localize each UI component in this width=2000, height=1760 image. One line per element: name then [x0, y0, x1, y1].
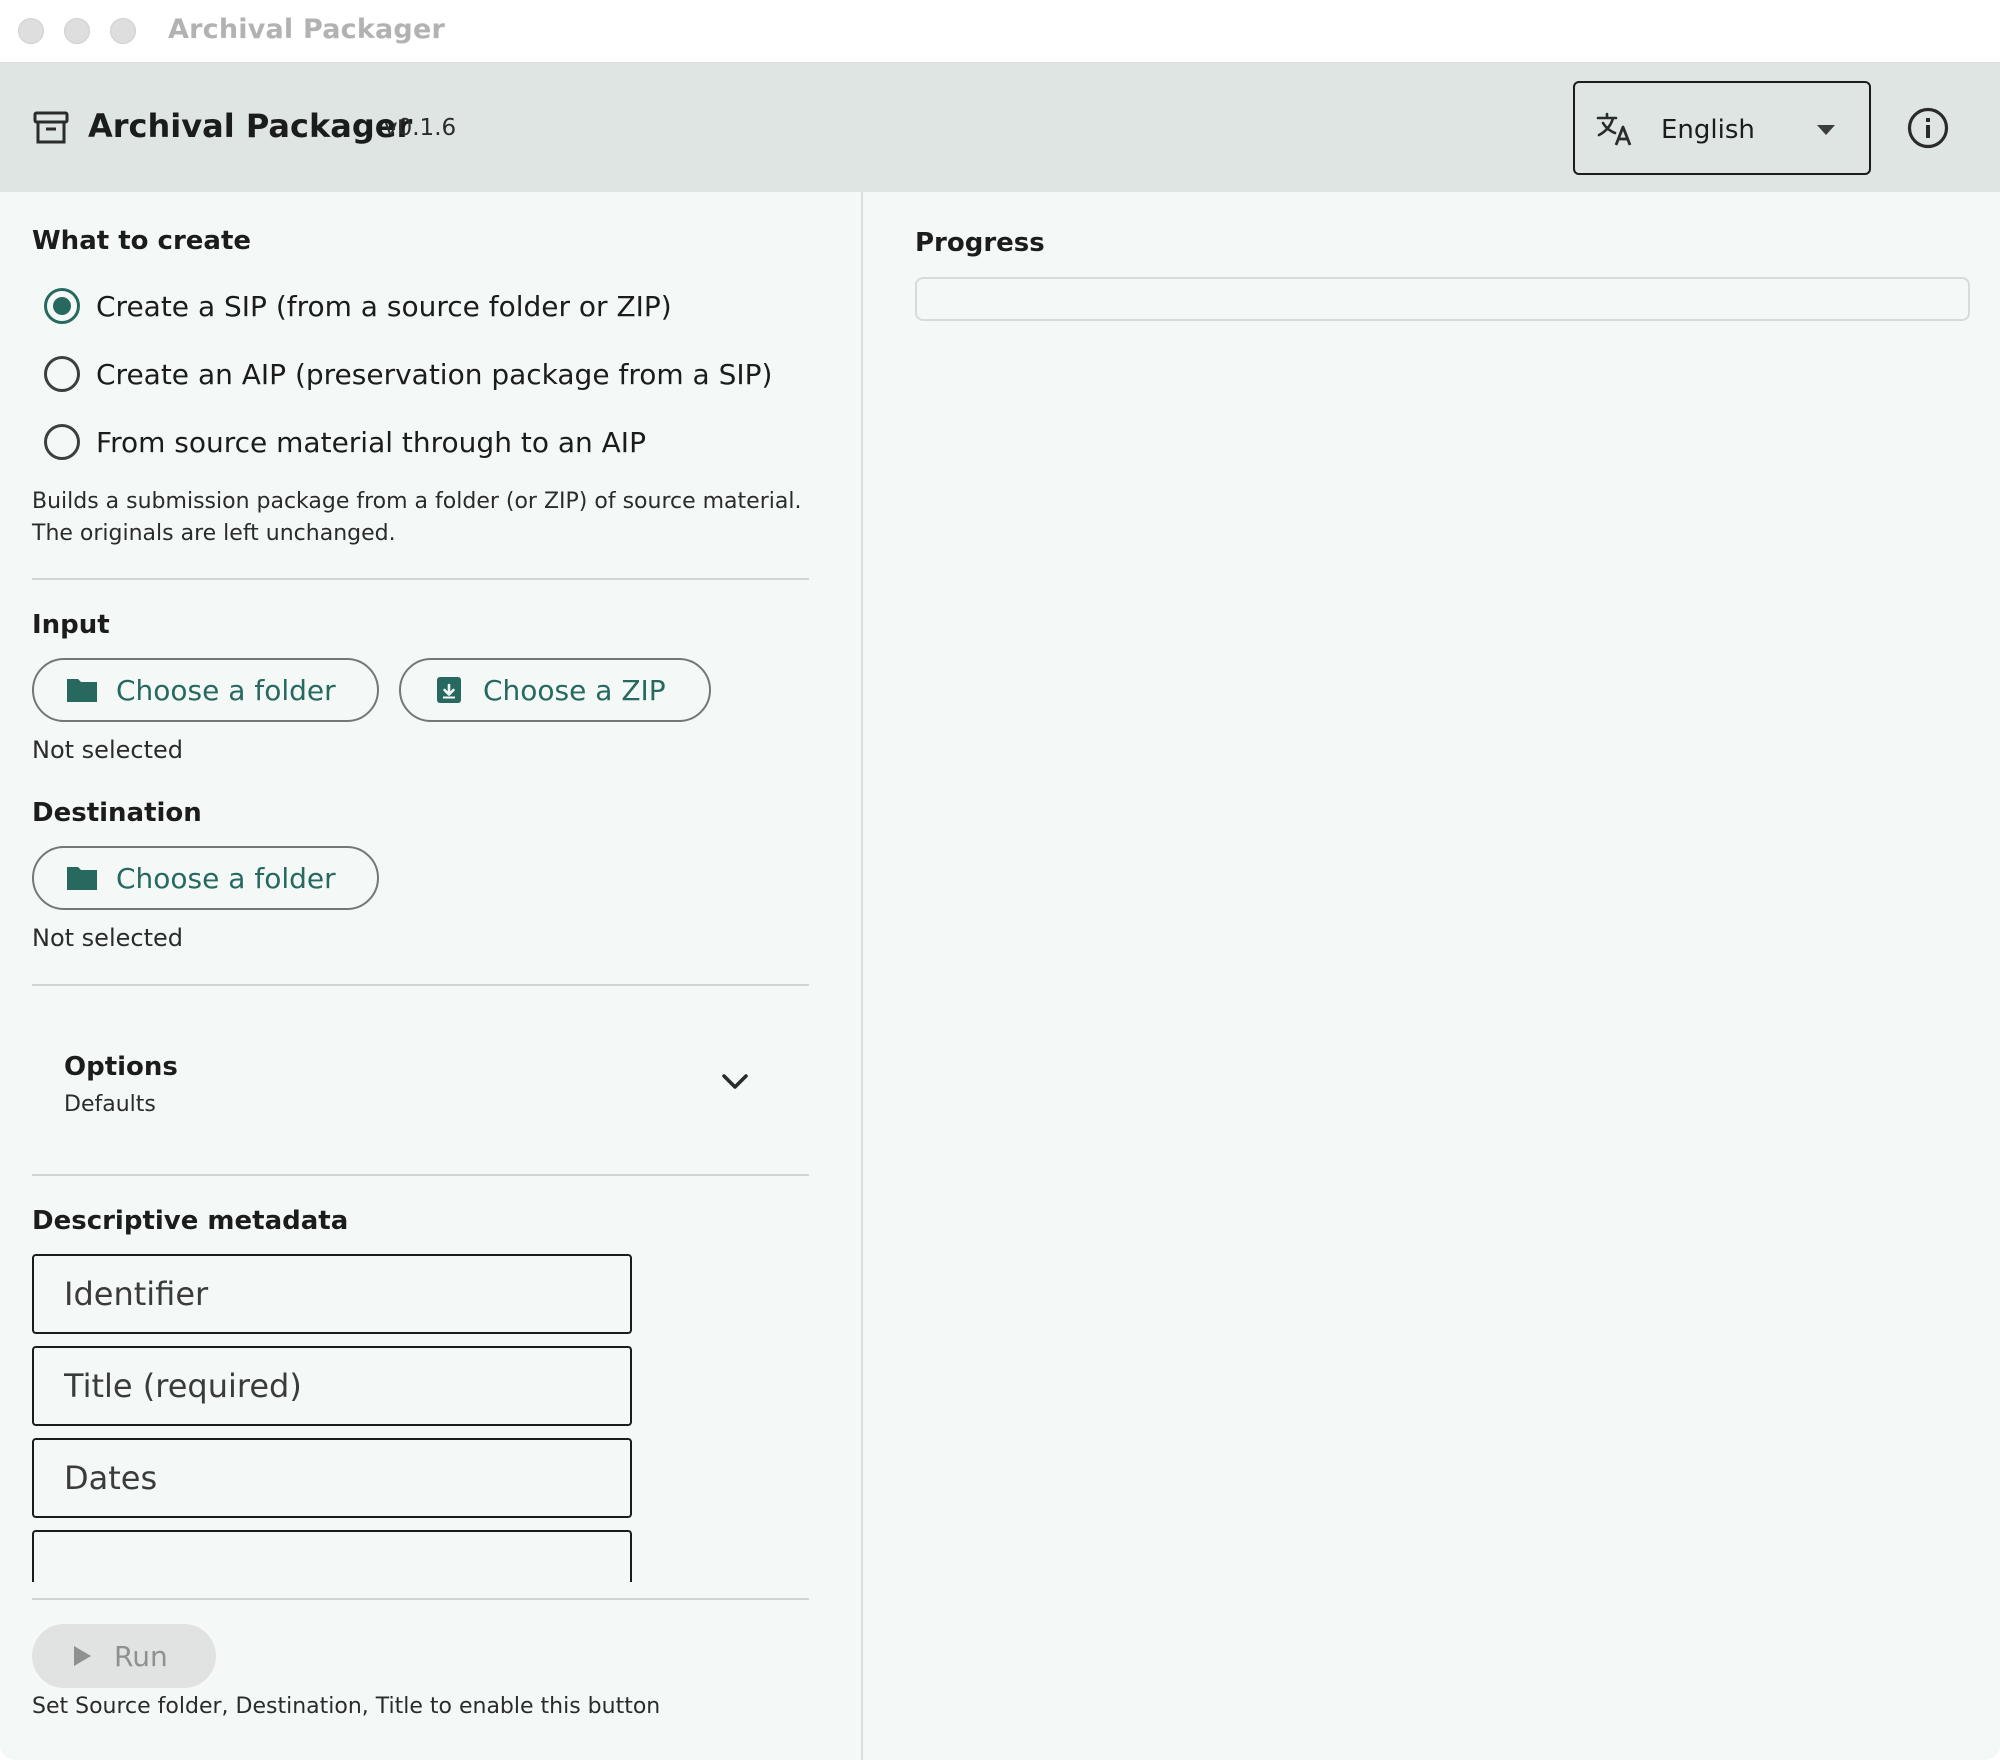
archive-box-icon: [33, 111, 69, 144]
window-title: Archival Packager: [168, 14, 445, 45]
descriptive-metadata-heading: Descriptive metadata: [32, 1206, 349, 1236]
button-label: Choose a folder: [116, 673, 336, 707]
zoom-window-button[interactable]: [110, 18, 136, 44]
window-titlebar[interactable]: Archival Packager: [0, 0, 2000, 63]
info-icon[interactable]: [1906, 106, 1950, 150]
choose-destination-folder-button[interactable]: Choose a folder: [32, 846, 379, 910]
run-button[interactable]: Run: [32, 1624, 216, 1688]
radio-create-aip[interactable]: Create an AIP (preservation package from…: [44, 352, 772, 396]
section-divider: [32, 1174, 809, 1176]
radio-button[interactable]: [44, 424, 80, 460]
radio-label: Create an AIP (preservation package from…: [96, 357, 773, 391]
radio-label: Create a SIP (from a source folder or ZI…: [96, 289, 672, 323]
mode-help-text: Builds a submission package from a folde…: [32, 486, 801, 550]
what-to-create-heading: What to create: [32, 226, 252, 256]
help-line: The originals are left unchanged.: [32, 521, 396, 546]
run-hint: Set Source folder, Destination, Title to…: [32, 1694, 661, 1719]
minimize-window-button[interactable]: [64, 18, 90, 44]
dropdown-caret-icon: [1817, 125, 1835, 135]
progress-bar: [915, 277, 1970, 321]
archive-download-icon: [437, 677, 461, 703]
app-name: Archival Packager: [88, 107, 413, 145]
radio-create-sip[interactable]: Create a SIP (from a source folder or ZI…: [44, 284, 672, 328]
choose-input-folder-button[interactable]: Choose a folder: [32, 658, 379, 722]
play-icon: [74, 1646, 91, 1666]
identifier-input[interactable]: [32, 1254, 632, 1334]
progress-panel: Progress: [863, 192, 2000, 1760]
options-subtitle: Defaults: [64, 1092, 156, 1117]
help-line: Builds a submission package from a folde…: [32, 489, 802, 514]
destination-heading: Destination: [32, 798, 202, 828]
metadata-fields-scroll-area[interactable]: [0, 1254, 860, 1582]
progress-heading: Progress: [915, 228, 1045, 258]
destination-status: Not selected: [32, 924, 183, 952]
dates-input[interactable]: [32, 1438, 632, 1518]
app-header: Archival Packager v0.1.6 English: [0, 63, 2000, 192]
folder-icon: [67, 679, 97, 702]
language-value: English: [1661, 115, 1755, 145]
run-button-label: Run: [114, 1639, 168, 1673]
metadata-input[interactable]: [32, 1530, 632, 1582]
configuration-panel: What to create Create a SIP (from a sour…: [0, 192, 860, 1760]
language-select[interactable]: English: [1573, 81, 1871, 175]
title-input[interactable]: [32, 1346, 632, 1426]
options-title: Options: [64, 1052, 178, 1082]
button-label: Choose a ZIP: [483, 673, 666, 707]
radio-label: From source material through to an AIP: [96, 425, 646, 459]
choose-input-zip-button[interactable]: Choose a ZIP: [399, 658, 711, 722]
close-window-button[interactable]: [18, 18, 44, 44]
input-heading: Input: [32, 610, 110, 640]
radio-button[interactable]: [44, 356, 80, 392]
app-window: Archival Packager Archival Packager v0.1…: [0, 0, 2000, 1760]
translate-icon: [1596, 112, 1632, 146]
radio-source-to-aip[interactable]: From source material through to an AIP: [44, 420, 646, 464]
section-divider: [32, 578, 809, 580]
app-version: v0.1.6: [384, 115, 457, 141]
folder-icon: [67, 867, 97, 890]
radio-button-checked[interactable]: [44, 288, 80, 324]
button-label: Choose a folder: [116, 861, 336, 895]
section-divider: [32, 1598, 809, 1600]
chevron-down-icon[interactable]: [720, 1072, 750, 1092]
input-status: Not selected: [32, 736, 183, 764]
